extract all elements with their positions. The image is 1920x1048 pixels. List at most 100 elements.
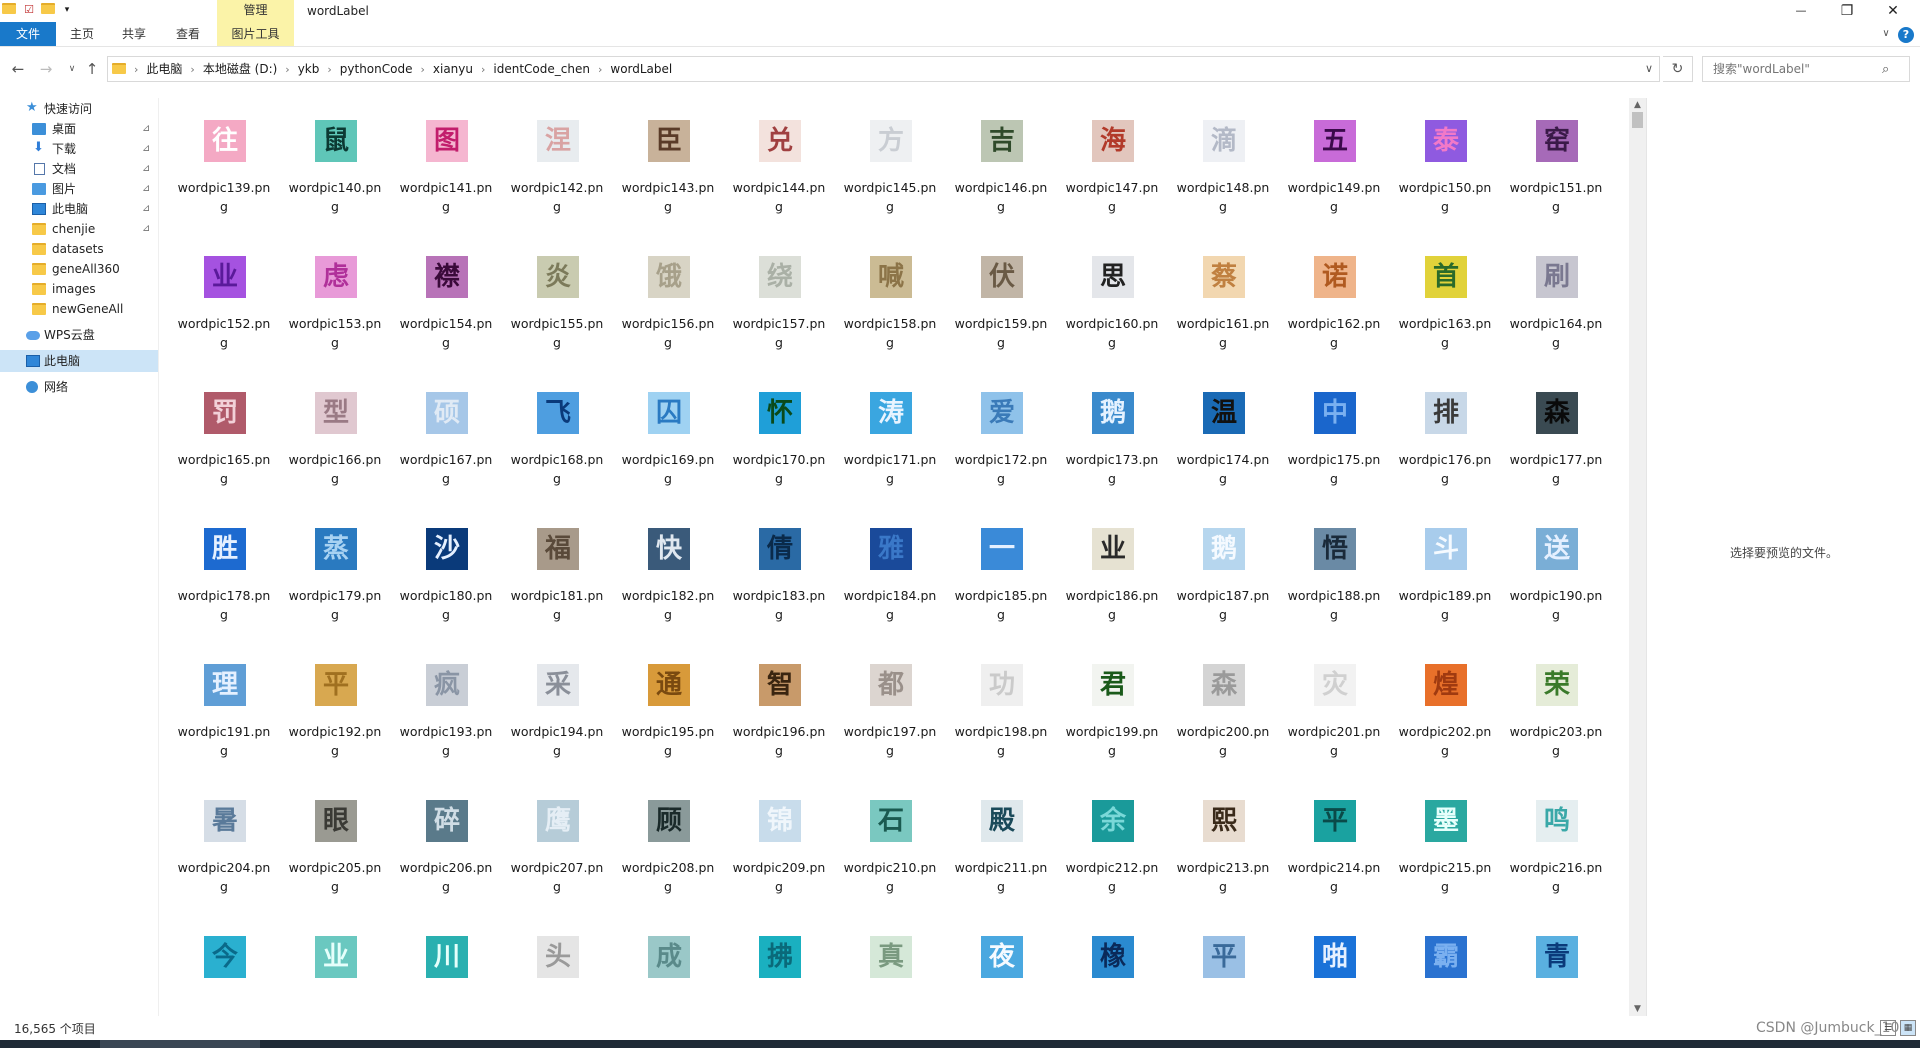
file-item[interactable]: 平 wordpic192.png — [285, 662, 385, 792]
tab-home[interactable]: 主页 — [64, 22, 100, 46]
file-item[interactable]: 真 — [840, 934, 940, 1016]
breadcrumb-separator[interactable]: › — [190, 63, 194, 76]
file-item[interactable]: 诺 wordpic162.png — [1284, 254, 1384, 384]
file-item[interactable]: 头 — [507, 934, 607, 1016]
file-item[interactable]: 泰 wordpic150.png — [1395, 118, 1495, 248]
file-item[interactable]: 臣 wordpic143.png — [618, 118, 718, 248]
file-item[interactable]: 喊 wordpic158.png — [840, 254, 940, 384]
breadcrumb-item[interactable]: identCode_chen — [493, 62, 590, 76]
sidebar-item-datasets[interactable]: datasets — [0, 238, 158, 260]
file-item[interactable]: 智 wordpic196.png — [729, 662, 829, 792]
file-item[interactable]: 森 wordpic177.png — [1506, 390, 1606, 520]
file-item[interactable]: 炎 wordpic155.png — [507, 254, 607, 384]
file-item[interactable]: 倩 wordpic183.png — [729, 526, 829, 656]
file-item[interactable]: 都 wordpic197.png — [840, 662, 940, 792]
sidebar-item-this-pc-quick[interactable]: 此电脑 ⊿ — [0, 198, 158, 220]
file-item[interactable]: 殿 wordpic211.png — [951, 798, 1051, 928]
vertical-scrollbar[interactable]: ▲ ▼ — [1629, 98, 1646, 1016]
file-item[interactable]: 君 wordpic199.png — [1062, 662, 1162, 792]
file-item[interactable]: 业 wordpic152.png — [174, 254, 274, 384]
file-item[interactable]: 窑 wordpic151.png — [1506, 118, 1606, 248]
quick-access-dropdown-icon[interactable]: ▾ — [60, 3, 74, 17]
close-button[interactable]: ✕ — [1870, 0, 1916, 22]
file-item[interactable]: 饿 wordpic156.png — [618, 254, 718, 384]
details-view-icon[interactable]: ☰ — [1880, 1020, 1896, 1036]
file-item[interactable]: 蒸 wordpic179.png — [285, 526, 385, 656]
file-item[interactable]: 海 wordpic147.png — [1062, 118, 1162, 248]
file-item[interactable]: 暑 wordpic204.png — [174, 798, 274, 928]
breadcrumb-item[interactable]: wordLabel — [610, 62, 672, 76]
file-item[interactable]: 鹰 wordpic207.png — [507, 798, 607, 928]
file-item[interactable]: 锦 wordpic209.png — [729, 798, 829, 928]
file-item[interactable]: 余 wordpic212.png — [1062, 798, 1162, 928]
file-item[interactable]: 夜 — [951, 934, 1051, 1016]
file-item[interactable]: 成 — [618, 934, 718, 1016]
ribbon-collapse-icon[interactable]: ∨ — [1876, 22, 1896, 46]
file-item[interactable]: 中 wordpic175.png — [1284, 390, 1384, 520]
breadcrumb-separator[interactable]: › — [481, 63, 485, 76]
file-item[interactable]: 滴 wordpic148.png — [1173, 118, 1273, 248]
file-item[interactable]: 五 wordpic149.png — [1284, 118, 1384, 248]
file-item[interactable]: 飞 wordpic168.png — [507, 390, 607, 520]
file-item[interactable]: 墨 wordpic215.png — [1395, 798, 1495, 928]
file-item[interactable]: 吉 wordpic146.png — [951, 118, 1051, 248]
file-item[interactable]: 刷 wordpic164.png — [1506, 254, 1606, 384]
file-item[interactable]: 采 wordpic194.png — [507, 662, 607, 792]
file-item[interactable]: 福 wordpic181.png — [507, 526, 607, 656]
breadcrumb-separator[interactable]: › — [420, 63, 424, 76]
breadcrumb-item[interactable]: xianyu — [433, 62, 473, 76]
sidebar-item-desktop[interactable]: 桌面 ⊿ — [0, 118, 158, 140]
file-item[interactable]: 方 wordpic145.png — [840, 118, 940, 248]
breadcrumb-separator[interactable]: › — [134, 63, 138, 76]
file-item[interactable]: 虑 wordpic153.png — [285, 254, 385, 384]
file-item[interactable]: 理 wordpic191.png — [174, 662, 274, 792]
file-item[interactable]: 通 wordpic195.png — [618, 662, 718, 792]
file-item[interactable]: 青 — [1506, 934, 1606, 1016]
sidebar-item-network[interactable]: 网络 — [0, 376, 158, 398]
file-item[interactable]: 涛 wordpic171.png — [840, 390, 940, 520]
sidebar-item-newgeneall[interactable]: newGeneAll — [0, 298, 158, 320]
file-item[interactable]: 胜 wordpic178.png — [174, 526, 274, 656]
file-item[interactable]: 功 wordpic198.png — [951, 662, 1051, 792]
file-item[interactable]: 一 wordpic185.png — [951, 526, 1051, 656]
scrollbar-thumb[interactable] — [1632, 112, 1643, 128]
file-item[interactable]: 送 wordpic190.png — [1506, 526, 1606, 656]
tab-file[interactable]: 文件 — [0, 22, 56, 46]
file-item[interactable]: 思 wordpic160.png — [1062, 254, 1162, 384]
file-item[interactable]: 熙 wordpic213.png — [1173, 798, 1273, 928]
file-item[interactable]: 兑 wordpic144.png — [729, 118, 829, 248]
file-item[interactable]: 鹅 wordpic173.png — [1062, 390, 1162, 520]
file-item[interactable]: 眼 wordpic205.png — [285, 798, 385, 928]
file-item[interactable]: 拂 — [729, 934, 829, 1016]
recent-locations-button[interactable]: ∨ — [62, 59, 82, 79]
scroll-up-arrow-icon[interactable]: ▲ — [1629, 98, 1646, 112]
file-item[interactable]: 蔡 wordpic161.png — [1173, 254, 1273, 384]
breadcrumb-separator[interactable]: › — [598, 63, 602, 76]
sidebar-item-pictures[interactable]: 图片 ⊿ — [0, 178, 158, 200]
file-item[interactable]: 斗 wordpic189.png — [1395, 526, 1495, 656]
file-item[interactable]: 罚 wordpic165.png — [174, 390, 274, 520]
file-item[interactable]: 川 — [396, 934, 496, 1016]
file-item[interactable]: 怀 wordpic170.png — [729, 390, 829, 520]
file-item[interactable]: 啪 — [1284, 934, 1384, 1016]
file-item[interactable]: 业 — [285, 934, 385, 1016]
file-item[interactable]: 疯 wordpic193.png — [396, 662, 496, 792]
scroll-down-arrow-icon[interactable]: ▼ — [1629, 1002, 1646, 1016]
sidebar-item-documents[interactable]: 文档 ⊿ — [0, 158, 158, 180]
breadcrumb-item[interactable]: ykb — [298, 62, 320, 76]
file-item[interactable]: 快 wordpic182.png — [618, 526, 718, 656]
forward-button[interactable]: → — [36, 59, 56, 79]
file-item[interactable]: 图 wordpic141.png — [396, 118, 496, 248]
help-icon[interactable]: ? — [1898, 27, 1914, 43]
file-list-view[interactable]: 往 wordpic139.png 鼠 wordpic140.png 图 wordpic14… — [159, 98, 1629, 1016]
file-item[interactable]: 襟 wordpic154.png — [396, 254, 496, 384]
back-button[interactable]: ← — [8, 59, 28, 79]
breadcrumb-item[interactable]: 此电脑 — [146, 62, 182, 76]
file-item[interactable]: 鹅 wordpic187.png — [1173, 526, 1273, 656]
sidebar-item-wps-cloud[interactable]: WPS云盘 — [0, 324, 158, 346]
large-icons-view-icon[interactable]: ▦ — [1900, 1020, 1916, 1036]
file-item[interactable]: 橡 — [1062, 934, 1162, 1016]
file-item[interactable]: 鼠 wordpic140.png — [285, 118, 385, 248]
file-item[interactable]: 森 wordpic200.png — [1173, 662, 1273, 792]
search-icon[interactable]: ⌕ — [1882, 62, 1889, 77]
